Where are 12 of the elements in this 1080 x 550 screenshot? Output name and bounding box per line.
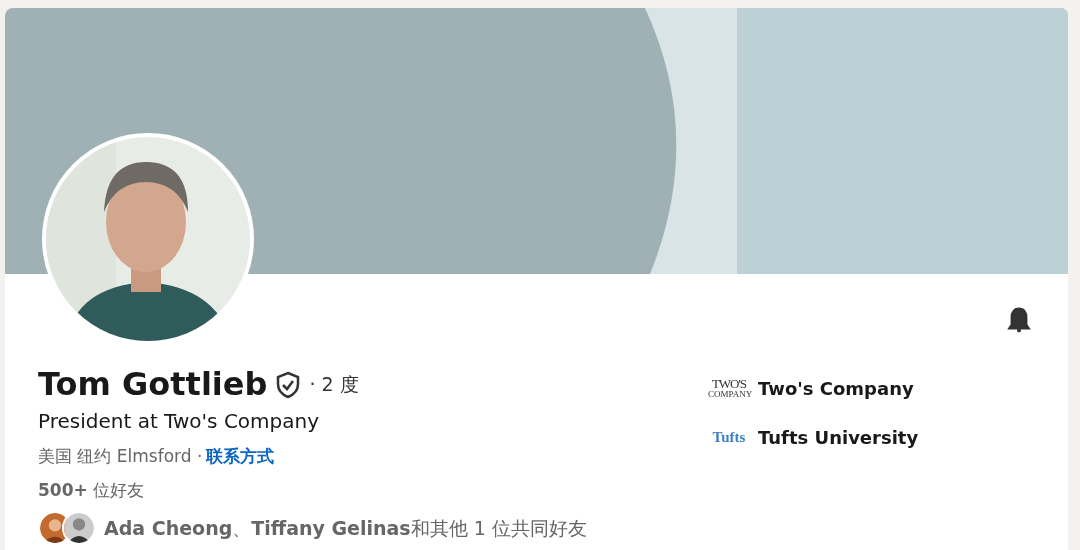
connection-degree: · 2 度 — [309, 372, 359, 398]
contact-info-link[interactable]: 联系方式 — [206, 444, 275, 470]
company-link[interactable]: Two's Company — [758, 375, 914, 402]
company-logo: TWO'S COMPANY — [708, 378, 750, 399]
profile-name: Tom Gottlieb — [38, 367, 268, 403]
avatar — [62, 511, 96, 546]
mutual-connections-text[interactable]: Ada Cheong、Tiffany Gelinas和其他 1 位共同好友 — [104, 513, 587, 543]
headline: President at Two's Company — [38, 408, 321, 436]
school-logo: Tufts — [711, 430, 747, 445]
location: 美国 纽约 Elmsford · — [38, 445, 203, 469]
connections-count: 500+ 位好友 — [38, 478, 146, 502]
school-link[interactable]: Tufts University — [758, 424, 919, 451]
